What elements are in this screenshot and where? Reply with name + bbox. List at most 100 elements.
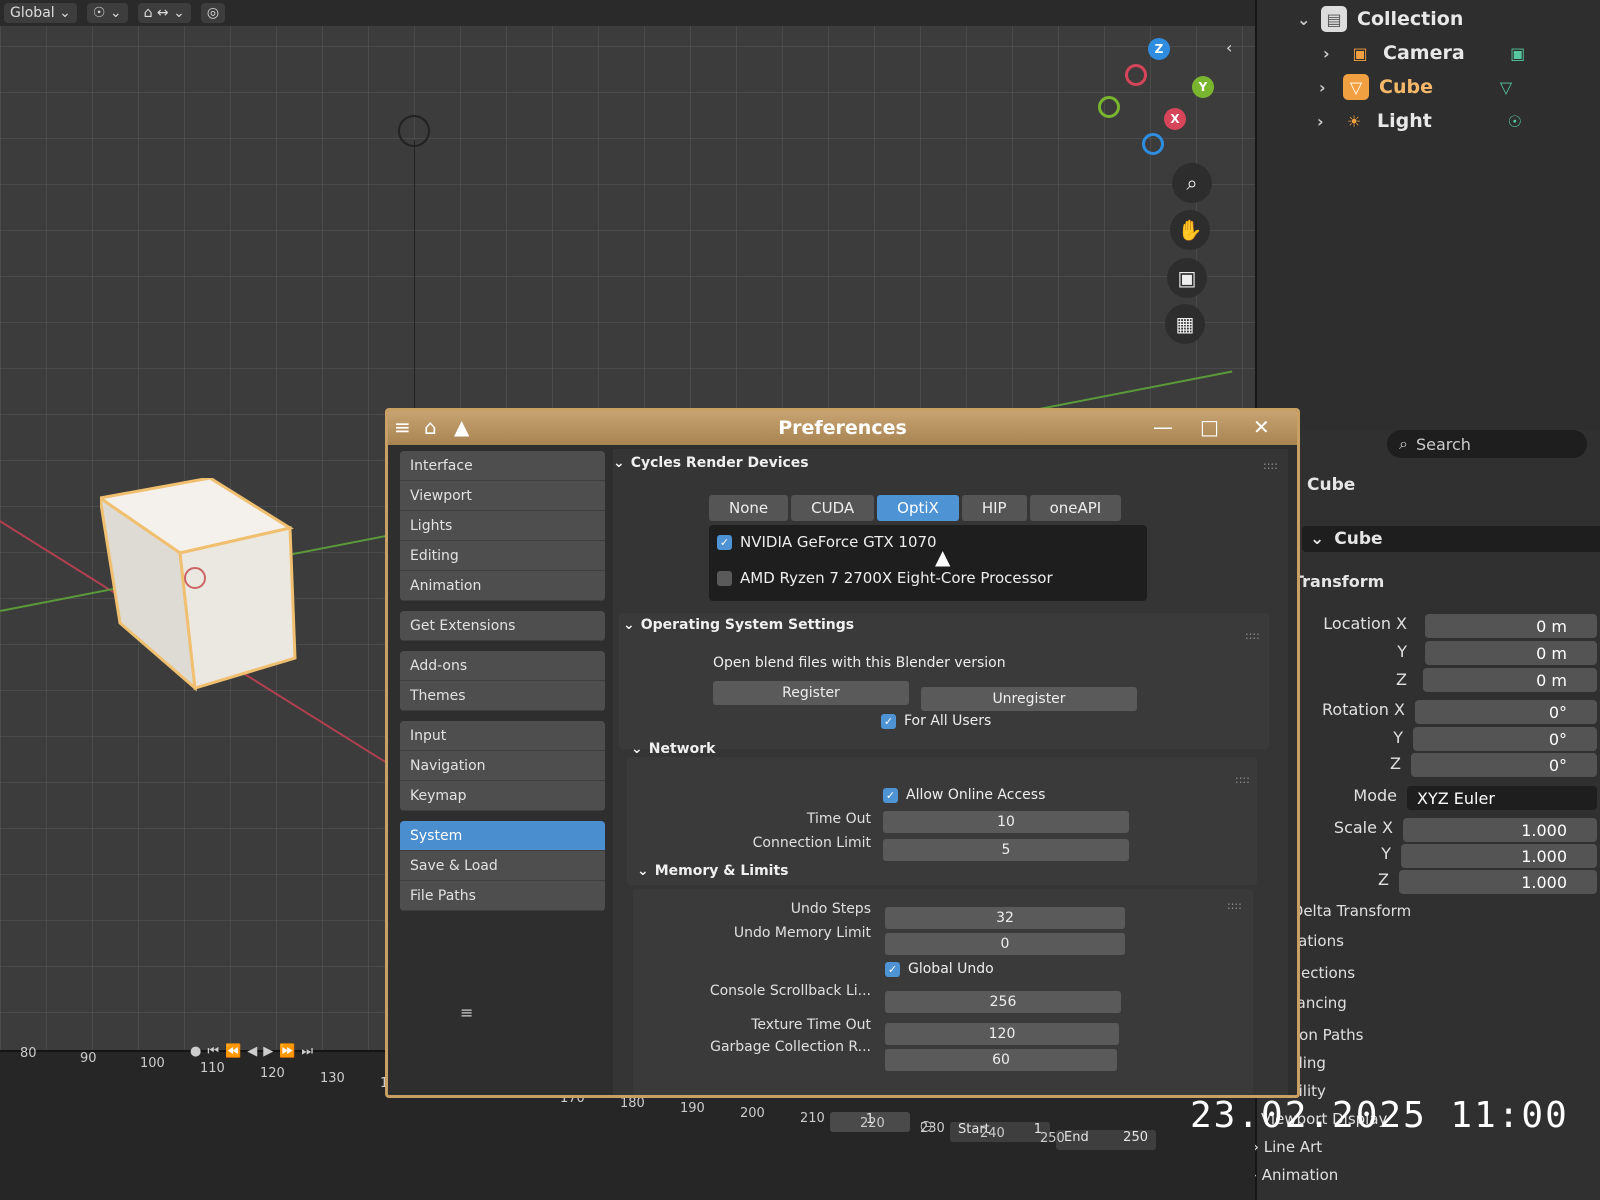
prev-keyframe-icon[interactable]: ⏪: [225, 1044, 241, 1059]
sidebar-item-addons[interactable]: Add-ons: [400, 651, 605, 681]
chevron-down-icon[interactable]: ⌄: [1297, 10, 1311, 29]
sidebar-item-animation[interactable]: Animation: [400, 571, 605, 601]
outliner-item-cube[interactable]: › ▽ Cube ▽: [1319, 74, 1519, 100]
minimize-icon[interactable]: —: [1153, 415, 1173, 439]
unregister-button[interactable]: Unregister: [921, 687, 1137, 711]
device-option-optix[interactable]: OptiX: [877, 495, 959, 521]
gizmo-z-axis[interactable]: Z: [1148, 38, 1170, 60]
rotation-mode-dropdown[interactable]: XYZ Euler: [1407, 786, 1597, 810]
chevron-right-icon[interactable]: ›: [1317, 112, 1331, 131]
device-nvidia[interactable]: ✓ NVIDIA GeForce GTX 1070: [717, 533, 937, 551]
close-icon[interactable]: ✕: [1253, 415, 1270, 439]
sidebar-item-interface[interactable]: Interface: [400, 451, 605, 481]
panel-animation[interactable]: › Animation: [1251, 1166, 1338, 1184]
sidebar-item-get-extensions[interactable]: Get Extensions: [400, 611, 605, 641]
gizmo-x-axis[interactable]: X: [1164, 108, 1186, 130]
scale-x-field[interactable]: 1.000: [1403, 818, 1597, 842]
drag-handle-icon[interactable]: ::::: [1245, 629, 1260, 642]
sidebar-item-viewport[interactable]: Viewport: [400, 481, 605, 511]
object-name-field[interactable]: ⌄ Cube: [1302, 526, 1600, 552]
jump-start-icon[interactable]: ⏮: [207, 1044, 219, 1059]
checkbox-unchecked-icon[interactable]: [717, 571, 732, 586]
checkbox-checked-icon[interactable]: ✓: [717, 535, 732, 550]
chevron-right-icon[interactable]: ›: [1323, 44, 1337, 63]
sidebar-item-system[interactable]: System: [400, 821, 605, 851]
play-icon[interactable]: ▶: [263, 1044, 273, 1059]
auto-keying-icon[interactable]: ●: [190, 1044, 201, 1059]
pan-hand-icon[interactable]: ✋: [1170, 210, 1210, 250]
gizmo-y-axis[interactable]: Y: [1192, 76, 1214, 98]
for-all-users-checkbox[interactable]: ✓ For All Users: [881, 713, 991, 729]
gizmo-neg-y[interactable]: [1098, 96, 1120, 118]
camera-view-icon[interactable]: ▣: [1167, 258, 1207, 298]
perspective-grid-icon[interactable]: ▦: [1165, 304, 1205, 344]
location-z-field[interactable]: 0 m: [1423, 668, 1597, 692]
device-amd[interactable]: AMD Ryzen 7 2700X Eight-Core Processor: [717, 569, 1053, 587]
sidebar-toggle-chevron-icon[interactable]: ‹: [1226, 38, 1232, 57]
checkbox-checked-icon[interactable]: ✓: [883, 787, 898, 803]
sidebar-item-file-paths[interactable]: File Paths: [400, 881, 605, 911]
cube-object[interactable]: [100, 478, 300, 693]
chevron-right-icon[interactable]: ›: [1319, 78, 1333, 97]
play-reverse-icon[interactable]: ◀: [247, 1044, 257, 1059]
scale-z-field[interactable]: 1.000: [1399, 870, 1597, 894]
rotation-y-field[interactable]: 0°: [1413, 727, 1597, 751]
transform-panel-header[interactable]: Transform: [1293, 572, 1384, 591]
maximize-icon[interactable]: □: [1200, 415, 1219, 439]
zoom-icon[interactable]: ⌕: [1172, 163, 1212, 203]
gizmo-neg-x[interactable]: [1125, 64, 1147, 86]
drag-handle-icon[interactable]: ::::: [1263, 459, 1278, 472]
undo-memory-limit-field[interactable]: 0: [885, 933, 1125, 955]
orientation-dropdown[interactable]: Global ⌄: [4, 3, 77, 23]
os-section-header[interactable]: ⌄ Operating System Settings: [623, 617, 854, 633]
network-section-header[interactable]: ⌄ Network: [631, 741, 715, 757]
hamburger-menu-icon[interactable]: ≡: [460, 1003, 473, 1022]
proportional-edit-icon[interactable]: ◎: [200, 3, 226, 23]
checkbox-checked-icon[interactable]: ✓: [885, 961, 900, 977]
checkbox-checked-icon[interactable]: ✓: [881, 713, 896, 729]
sidebar-item-themes[interactable]: Themes: [400, 681, 605, 711]
next-keyframe-icon[interactable]: ⏩: [279, 1044, 295, 1059]
pivot-icon[interactable]: ☉ ⌄: [86, 3, 128, 23]
sidebar-item-lights[interactable]: Lights: [400, 511, 605, 541]
console-scrollback-field[interactable]: 256: [885, 991, 1121, 1013]
sidebar-item-keymap[interactable]: Keymap: [400, 781, 605, 811]
drag-handle-icon[interactable]: ::::: [1235, 773, 1250, 786]
device-option-none[interactable]: None: [709, 495, 789, 521]
sidebar-item-navigation[interactable]: Navigation: [400, 751, 605, 781]
location-y-field[interactable]: 0 m: [1425, 641, 1597, 665]
device-option-cuda[interactable]: CUDA: [791, 495, 875, 521]
outliner-item-camera[interactable]: › ▣ Camera ▣: [1323, 40, 1531, 66]
light-object-icon[interactable]: [398, 115, 430, 147]
panel-line-art[interactable]: › Line Art: [1253, 1138, 1322, 1156]
outliner-item-light[interactable]: › ☀ Light ☉: [1317, 108, 1528, 134]
undo-steps-field[interactable]: 32: [885, 907, 1125, 929]
rotation-x-field[interactable]: 0°: [1415, 700, 1597, 724]
jump-end-icon[interactable]: ⏭: [301, 1044, 313, 1059]
location-x-field[interactable]: 0 m: [1425, 614, 1597, 638]
cycles-section-header[interactable]: ⌄ Cycles Render Devices: [613, 455, 809, 471]
preferences-titlebar[interactable]: ≡ ⌂ ▲ Preferences — □ ✕: [388, 411, 1297, 445]
global-undo-checkbox[interactable]: ✓ Global Undo: [885, 961, 994, 977]
end-frame-field[interactable]: End 250: [1056, 1130, 1156, 1150]
garbage-collection-field[interactable]: 60: [885, 1049, 1117, 1071]
outliner-item-collection[interactable]: ⌄ ▤ Collection: [1297, 6, 1463, 32]
sidebar-item-input[interactable]: Input: [400, 721, 605, 751]
sidebar-item-editing[interactable]: Editing: [400, 541, 605, 571]
sidebar-item-save-load[interactable]: Save & Load: [400, 851, 605, 881]
time-out-field[interactable]: 10: [883, 811, 1129, 833]
allow-online-access-checkbox[interactable]: ✓ Allow Online Access: [883, 787, 1045, 803]
scale-y-field[interactable]: 1.000: [1401, 844, 1597, 868]
rotation-z-field[interactable]: 0°: [1411, 753, 1597, 777]
memory-section-header[interactable]: ⌄ Memory & Limits: [637, 863, 789, 879]
gizmo-neg-z[interactable]: [1142, 133, 1164, 155]
properties-search[interactable]: ⌕ Search: [1387, 430, 1587, 458]
texture-time-out-field[interactable]: 120: [885, 1023, 1119, 1045]
panel-delta-transform[interactable]: › Delta Transform: [1281, 902, 1411, 920]
drag-handle-icon[interactable]: ::::: [1227, 899, 1242, 912]
snap-icon[interactable]: ⌂ ↔ ⌄: [137, 3, 191, 23]
connection-limit-field[interactable]: 5: [883, 839, 1129, 861]
device-option-hip[interactable]: HIP: [961, 495, 1027, 521]
device-option-oneapi[interactable]: oneAPI: [1029, 495, 1122, 521]
register-button[interactable]: Register: [713, 681, 909, 705]
